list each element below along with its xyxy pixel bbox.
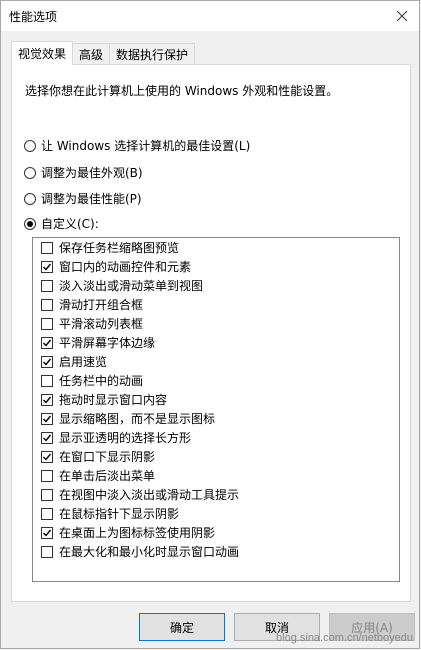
option-item[interactable]: 任务栏中的动画 xyxy=(33,371,399,390)
option-item[interactable]: 在视图中淡入淡出或滑动工具提示 xyxy=(33,485,399,504)
checkmark-icon xyxy=(43,434,52,442)
option-item[interactable]: 在窗口下显示阴影 xyxy=(33,447,399,466)
option-label: 启用速览 xyxy=(59,355,108,369)
option-label: 拖动时显示窗口内容 xyxy=(59,393,168,407)
checkbox[interactable] xyxy=(41,412,53,425)
option-item[interactable]: 平滑屏幕字体边缘 xyxy=(33,333,399,352)
option-item[interactable]: 显示亚透明的选择长方形 xyxy=(33,428,399,447)
checkbox[interactable] xyxy=(41,374,53,387)
checkbox[interactable] xyxy=(41,507,53,520)
checkbox[interactable] xyxy=(41,260,53,273)
tab-visual-effects[interactable]: 视觉效果 xyxy=(11,41,74,65)
option-item[interactable]: 保存任务栏缩略图预览 xyxy=(33,238,399,257)
option-label: 在鼠标指针下显示阴影 xyxy=(59,507,180,521)
description-text: 选择你想在此计算机上使用的 Windows 外观和性能设置。 xyxy=(25,84,339,98)
option-label: 滑动打开组合框 xyxy=(59,298,144,312)
checkbox[interactable] xyxy=(41,488,53,501)
window-title: 性能选项 xyxy=(9,10,58,24)
ok-button[interactable]: 确定 xyxy=(139,613,225,641)
checkmark-icon xyxy=(43,263,52,271)
radio-label: 自定义(C): xyxy=(41,217,99,231)
radio-label: 调整为最佳性能(P) xyxy=(41,192,142,206)
radio-best-performance[interactable]: 调整为最佳性能(P) xyxy=(24,190,142,207)
close-icon xyxy=(397,11,407,21)
radio-button[interactable] xyxy=(24,166,36,179)
title-bar: 性能选项 xyxy=(1,1,419,31)
option-label: 在最大化和最小化时显示窗口动画 xyxy=(59,545,240,559)
option-item[interactable]: 在最大化和最小化时显示窗口动画 xyxy=(33,542,399,561)
option-label: 任务栏中的动画 xyxy=(59,374,144,388)
option-item[interactable]: 平滑滚动列表框 xyxy=(33,314,399,333)
radio-label: 调整为最佳外观(B) xyxy=(41,166,143,180)
option-label: 在窗口下显示阴影 xyxy=(59,450,156,464)
option-item[interactable]: 在桌面上为图标标签使用阴影 xyxy=(33,523,399,542)
radio-button[interactable] xyxy=(24,192,36,205)
checkmark-icon xyxy=(43,339,52,347)
radio-label: 让 Windows 选择计算机的最佳设置(L) xyxy=(41,139,251,153)
radio-button[interactable] xyxy=(24,217,36,230)
performance-options-window: 性能选项 视觉效果 高级 数据执行保护 选择你想在此计算机上使用的 Window… xyxy=(0,0,420,649)
checkbox[interactable] xyxy=(41,431,53,444)
option-label: 在单击后淡出菜单 xyxy=(59,469,156,483)
option-item[interactable]: 在单击后淡出菜单 xyxy=(33,466,399,485)
checkbox[interactable] xyxy=(41,317,53,330)
option-item[interactable]: 窗口内的动画控件和元素 xyxy=(33,257,399,276)
radio-best-appearance[interactable]: 调整为最佳外观(B) xyxy=(24,164,143,181)
checkbox[interactable] xyxy=(41,393,53,406)
tab-advanced[interactable]: 高级 xyxy=(72,43,111,64)
option-label: 平滑屏幕字体边缘 xyxy=(59,336,156,350)
option-item[interactable]: 显示缩略图，而不是显示图标 xyxy=(33,409,399,428)
tab-data-execution-prevention[interactable]: 数据执行保护 xyxy=(109,43,196,64)
checkmark-icon xyxy=(43,453,52,461)
option-label: 在视图中淡入淡出或滑动工具提示 xyxy=(59,488,240,502)
option-label: 平滑滚动列表框 xyxy=(59,317,144,331)
option-label: 窗口内的动画控件和元素 xyxy=(59,260,192,274)
checkbox[interactable] xyxy=(41,526,53,539)
checkbox[interactable] xyxy=(41,545,53,558)
checkbox[interactable] xyxy=(41,469,53,482)
option-item[interactable]: 滑动打开组合框 xyxy=(33,295,399,314)
option-item[interactable]: 淡入淡出或滑动菜单到视图 xyxy=(33,276,399,295)
radio-custom[interactable]: 自定义(C): xyxy=(24,215,99,232)
checkmark-icon xyxy=(43,529,52,537)
checkbox[interactable] xyxy=(41,241,53,254)
checkmark-icon xyxy=(43,396,52,404)
checkbox[interactable] xyxy=(41,279,53,292)
checkbox[interactable] xyxy=(41,450,53,463)
option-label: 在桌面上为图标标签使用阴影 xyxy=(59,526,216,540)
option-item[interactable]: 拖动时显示窗口内容 xyxy=(33,390,399,409)
checkbox[interactable] xyxy=(41,298,53,311)
watermark: blog.sina.com.cn/netboyedu xyxy=(276,632,413,644)
option-label: 保存任务栏缩略图预览 xyxy=(59,241,180,255)
checkbox[interactable] xyxy=(41,336,53,349)
tab-bar: 视觉效果 高级 数据执行保护 xyxy=(11,41,196,65)
close-button[interactable] xyxy=(389,3,415,29)
radio-button[interactable] xyxy=(24,139,36,152)
checkmark-icon xyxy=(43,358,52,366)
checkbox[interactable] xyxy=(41,355,53,368)
option-label: 显示亚透明的选择长方形 xyxy=(59,431,192,445)
option-label: 显示缩略图，而不是显示图标 xyxy=(59,412,216,426)
checkmark-icon xyxy=(43,415,52,423)
visual-effects-list[interactable]: 保存任务栏缩略图预览 窗口内的动画控件和元素 淡入淡出或滑动菜单到视图 滑动打开组合框… xyxy=(32,237,400,582)
visual-effects-panel: 选择你想在此计算机上使用的 Windows 外观和性能设置。 让 Windows… xyxy=(11,64,411,602)
option-label: 淡入淡出或滑动菜单到视图 xyxy=(59,279,204,293)
option-item[interactable]: 在鼠标指针下显示阴影 xyxy=(33,504,399,523)
option-item[interactable]: 启用速览 xyxy=(33,352,399,371)
radio-let-windows-choose[interactable]: 让 Windows 选择计算机的最佳设置(L) xyxy=(24,137,250,154)
